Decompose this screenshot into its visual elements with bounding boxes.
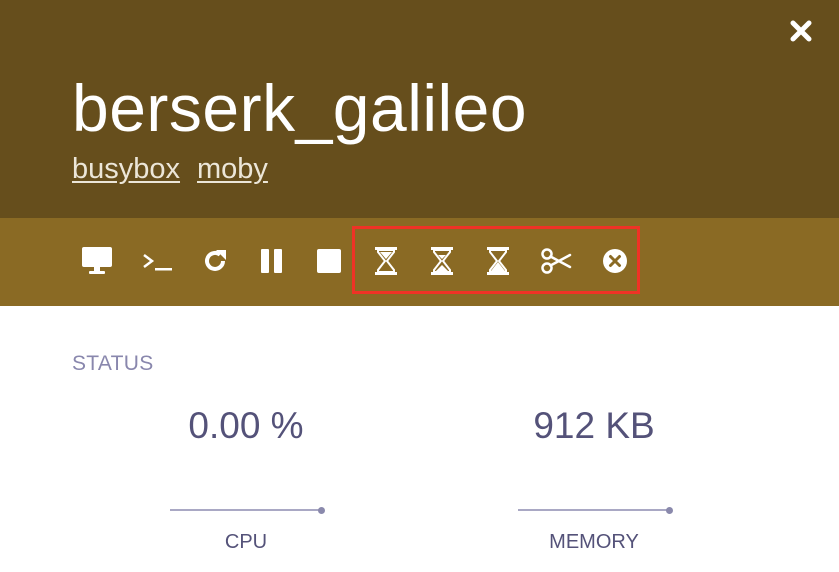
cut-button[interactable] bbox=[539, 244, 573, 278]
image-tags: busybox moby bbox=[72, 153, 268, 186]
memory-sparkline-point bbox=[666, 506, 673, 514]
action-toolbar bbox=[0, 218, 839, 306]
hourglass-end-icon bbox=[487, 247, 509, 275]
hourglass-half-button[interactable] bbox=[425, 244, 459, 278]
tag-link[interactable]: busybox bbox=[72, 153, 180, 186]
terminal-icon bbox=[143, 254, 172, 271]
refresh-icon bbox=[205, 250, 226, 271]
tag-link[interactable]: moby bbox=[197, 153, 268, 186]
hourglass-start-icon bbox=[375, 247, 397, 275]
hourglass-end-button[interactable] bbox=[481, 244, 515, 278]
cpu-value: 0.00 % bbox=[188, 405, 304, 446]
memory-sparkline bbox=[518, 506, 673, 514]
remove-button[interactable] bbox=[598, 244, 632, 278]
scissors-icon bbox=[541, 248, 572, 274]
console-button[interactable] bbox=[141, 244, 175, 278]
stop-icon bbox=[317, 249, 341, 273]
status-heading: STATUS bbox=[72, 352, 154, 375]
cpu-sparkline bbox=[170, 506, 325, 514]
times-circle-icon bbox=[603, 249, 627, 273]
restart-button[interactable] bbox=[198, 244, 232, 278]
container-header: berserk_galileo busybox moby bbox=[0, 0, 839, 218]
pause-button[interactable] bbox=[255, 244, 289, 278]
hourglass-start-button[interactable] bbox=[369, 244, 403, 278]
close-button[interactable] bbox=[788, 18, 814, 44]
container-name: berserk_galileo bbox=[72, 71, 528, 145]
hourglass-half-icon bbox=[431, 247, 453, 275]
preview-button[interactable] bbox=[80, 244, 114, 278]
pause-icon bbox=[261, 249, 282, 273]
close-icon bbox=[790, 20, 812, 42]
cpu-label: CPU bbox=[224, 531, 268, 553]
memory-value: 912 KB bbox=[533, 405, 655, 446]
monitor-icon bbox=[82, 247, 112, 274]
cpu-sparkline-point bbox=[318, 506, 325, 514]
stop-button[interactable] bbox=[312, 244, 346, 278]
memory-label: MEMORY bbox=[549, 531, 639, 553]
